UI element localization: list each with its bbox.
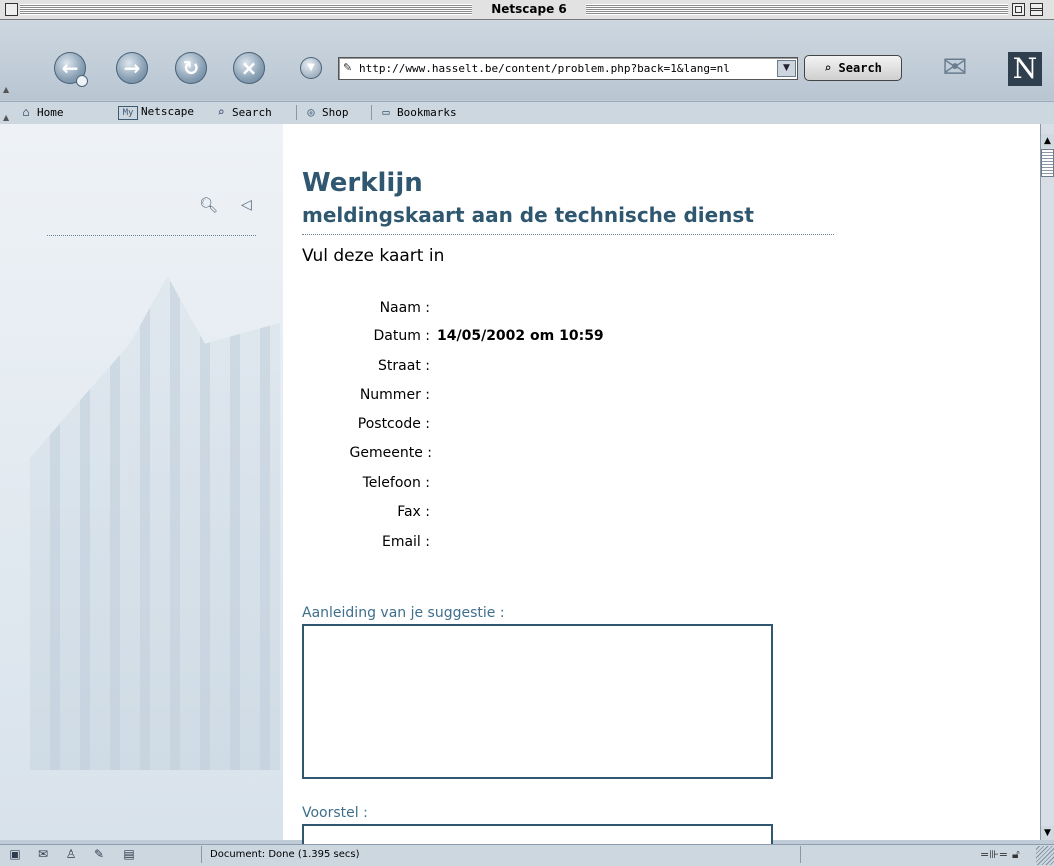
status-separator [201, 846, 202, 863]
url-dropdown-icon[interactable]: ▼ [777, 60, 796, 77]
form-instruction: Vul deze kaart in [302, 246, 445, 266]
page-subtitle: meldingskaart aan de technische dienst [302, 203, 754, 227]
title-bar-stripes [20, 4, 472, 15]
field-label-straat: Straat : [378, 358, 430, 374]
title-divider [302, 234, 834, 235]
security-lock-icon[interactable]: 🔓︎ [1012, 846, 1030, 863]
vertical-scrollbar[interactable] [1040, 124, 1054, 840]
suggestion-label: Aanleiding van je suggestie : [302, 605, 505, 621]
search-icon: ⌕ [824, 61, 839, 75]
field-label-naam: Naam : [379, 300, 430, 316]
personal-item-label: Bookmarks [397, 106, 457, 119]
search-button-label: Search [838, 61, 882, 75]
personal-item-home[interactable]: ⌂ Home [18, 101, 64, 123]
field-label-postcode: Postcode : [357, 416, 430, 432]
reload-button[interactable]: ↻ [175, 52, 207, 84]
back-arrow-icon: ← [61, 56, 79, 80]
scroll-thumb[interactable] [1041, 149, 1054, 177]
shop-icon: ◎ [307, 105, 315, 119]
composer-icon[interactable]: ✎ [90, 846, 108, 863]
window-zoom-button[interactable] [1012, 3, 1025, 16]
netscape-logo-icon[interactable]: N [1008, 52, 1042, 86]
my-netscape-icon: My [118, 106, 138, 120]
forward-button[interactable]: → [116, 52, 148, 84]
search-icon: ⌕ [217, 105, 225, 119]
toolbar-separator [296, 105, 297, 120]
navigator-icon[interactable]: ▣ [6, 846, 24, 863]
aim-icon[interactable]: ♙ [62, 846, 80, 863]
window-collapse-button[interactable] [1030, 3, 1043, 16]
url-field[interactable]: http://www.hasselt.be/content/problem.ph… [359, 58, 730, 79]
personal-item-label: Netscape [141, 105, 194, 118]
window-title: Netscape 6 [474, 1, 584, 18]
field-value-datum: 14/05/2002 om 10:59 [437, 328, 604, 344]
suggestion-textarea[interactable] [302, 624, 773, 779]
personal-item-label: Search [232, 106, 272, 119]
field-label-email: Email : [381, 534, 430, 550]
voorstel-label: Voorstel : [302, 805, 368, 821]
back-triangle-icon[interactable]: ◁ [241, 196, 255, 214]
status-separator [800, 846, 801, 863]
personal-item-label: Home [37, 106, 64, 119]
address-book-icon[interactable]: ▤ [120, 846, 138, 863]
status-bar [0, 844, 1054, 866]
reload-icon: ↻ [182, 56, 200, 80]
field-label-nummer: Nummer : [359, 387, 430, 403]
sidebar-divider [47, 235, 256, 236]
home-icon: ⌂ [22, 105, 30, 119]
forward-arrow-icon: → [123, 56, 141, 80]
personal-item-label: Shop [322, 106, 349, 119]
mail-icon[interactable]: ✉ [930, 50, 980, 86]
scroll-down-icon[interactable]: ▼ [1041, 826, 1054, 840]
page-proxy-icon[interactable]: ✎ [343, 61, 356, 74]
field-label-datum: Datum : [373, 328, 430, 344]
online-status-icon[interactable]: =⊪= [980, 846, 1008, 863]
scroll-up-icon[interactable]: ▲ [1041, 134, 1054, 148]
url-bar[interactable]: ✎ http://www.hasselt.be/content/problem.… [338, 57, 798, 80]
bookmark-location-icon[interactable]: ▼ [300, 57, 322, 79]
back-history-icon[interactable] [76, 75, 88, 87]
search-button[interactable]: ⌕ Search [804, 55, 902, 81]
mail-status-icon[interactable]: ✉ [34, 846, 52, 863]
toolbar-grip-icon[interactable]: ▲ [3, 86, 10, 94]
toolbar-separator [371, 105, 372, 120]
zoom-icon[interactable]: 🔍︎ [199, 195, 219, 215]
personal-item-shop[interactable]: ◎ Shop [303, 101, 349, 123]
field-label-gemeente: Gemeente : [349, 445, 432, 461]
field-label-fax: Fax : [397, 504, 430, 520]
resize-grip-icon[interactable] [1036, 846, 1054, 865]
bookmarks-folder-icon: ▭ [382, 105, 390, 119]
personal-toolbar-grip-icon[interactable]: ▲ [3, 114, 10, 122]
field-label-telefoon: Telefoon : [362, 475, 430, 491]
page-title: Werklijn [302, 168, 423, 198]
stop-button[interactable]: × [233, 52, 265, 84]
status-text: Document: Done (1.395 secs) [210, 849, 360, 860]
personal-item-my-netscape[interactable]: My Netscape [118, 101, 194, 123]
title-bar-stripes [586, 4, 1008, 15]
personal-item-bookmarks[interactable]: ▭ Bookmarks [378, 101, 457, 123]
window-close-button[interactable] [5, 3, 18, 16]
stop-icon: × [240, 56, 258, 80]
personal-item-search[interactable]: ⌕ Search [213, 101, 272, 123]
